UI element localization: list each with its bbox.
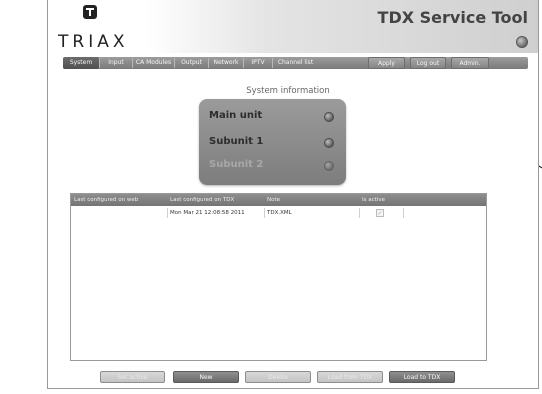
- system-info-title: System information: [246, 86, 330, 96]
- new-button[interactable]: New: [173, 371, 239, 383]
- tab-system[interactable]: System: [63, 57, 99, 69]
- header: TRIAX TDX Service Tool: [48, 0, 538, 53]
- unit-label: Subunit 2: [209, 159, 264, 170]
- col-header-active[interactable]: Is active: [362, 194, 385, 206]
- triax-logo-icon: [83, 5, 97, 19]
- set-active-button[interactable]: Set active: [100, 371, 165, 383]
- app-window: TRIAX TDX Service Tool System Input CA M…: [47, 0, 539, 389]
- system-info-panel: Main unit Subunit 1 Subunit 2: [199, 99, 346, 185]
- load-from-tdx-button[interactable]: Load from TDX: [317, 371, 383, 383]
- cell-note: TDX.XML: [267, 210, 292, 216]
- status-led-icon: [324, 112, 334, 122]
- col-header-note[interactable]: Note: [267, 194, 280, 206]
- unit-label: Subunit 1: [209, 136, 264, 147]
- column-divider: [167, 208, 168, 218]
- unit-subunit-1[interactable]: Subunit 1: [209, 134, 334, 150]
- col-header-tdx[interactable]: Last configured on TDX: [170, 194, 234, 206]
- tab-input[interactable]: Input: [100, 57, 132, 69]
- column-divider: [403, 208, 404, 218]
- unit-main[interactable]: Main unit: [209, 108, 334, 124]
- tab-ca-modules[interactable]: CA Modules: [133, 57, 174, 69]
- brand-name: TRIAX: [58, 32, 129, 52]
- column-divider: [359, 208, 360, 218]
- unit-label: Main unit: [209, 110, 263, 121]
- apply-button[interactable]: Apply: [368, 57, 405, 69]
- is-active-checkbox[interactable]: ✓: [376, 209, 384, 217]
- admin-button[interactable]: Admin.: [451, 57, 489, 69]
- col-header-web[interactable]: Last configured on web: [74, 194, 138, 206]
- connection-status-icon: [516, 36, 528, 48]
- logout-button[interactable]: Log out: [410, 57, 446, 69]
- tab-iptv[interactable]: IPTV: [244, 57, 272, 69]
- tab-channel-list[interactable]: Channel list: [273, 57, 318, 69]
- config-table: Last configured on web Last configured o…: [70, 193, 487, 361]
- unit-subunit-2[interactable]: Subunit 2: [209, 157, 334, 173]
- app-title: TDX Service Tool: [377, 8, 528, 27]
- tab-output[interactable]: Output: [175, 57, 208, 69]
- table-header: Last configured on web Last configured o…: [71, 194, 486, 206]
- tab-network[interactable]: Network: [209, 57, 243, 69]
- table-row[interactable]: Mon Mar 21 12:08:58 2011 TDX.XML ✓: [71, 208, 486, 218]
- cell-tdx: Mon Mar 21 12:08:58 2011: [170, 210, 245, 216]
- column-divider: [264, 208, 265, 218]
- delete-button[interactable]: Delete: [245, 371, 311, 383]
- status-led-icon: [324, 161, 334, 171]
- status-led-icon: [324, 138, 334, 148]
- load-to-tdx-button[interactable]: Load to TDX: [389, 371, 455, 383]
